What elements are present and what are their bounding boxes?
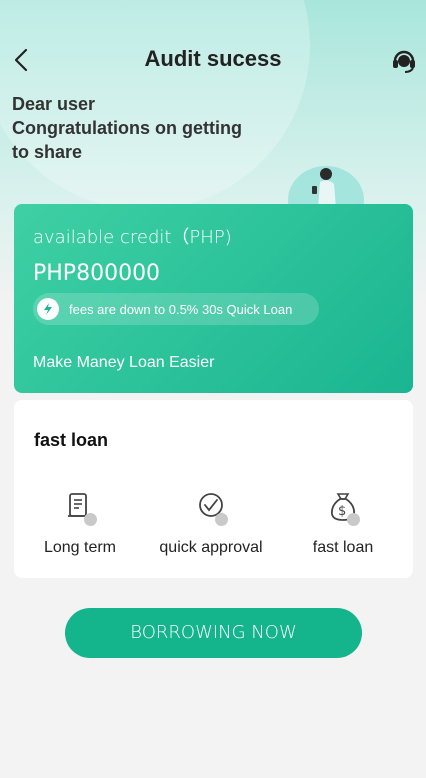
feature-label: quick approval: [159, 539, 263, 556]
features-title: fast loan: [34, 430, 109, 450]
credit-amount: PHP800000: [33, 261, 161, 286]
credit-label: available credit（PHP): [33, 227, 232, 248]
check-circle-icon: [194, 492, 228, 526]
fee-badge: fees are down to 0.5% 30s Quick Loan: [33, 293, 319, 325]
credit-card: available credit（PHP) PHP800000 fees are…: [14, 204, 413, 393]
greeting-line: Dear user: [12, 94, 96, 114]
feature-label: fast loan: [312, 539, 374, 556]
customer-service-button[interactable]: [390, 46, 418, 74]
fee-text: fees are down to 0.5% 30s Quick Loan: [69, 301, 293, 317]
header: Audit sucess: [0, 38, 426, 82]
card-slogan: Make Maney Loan Easier: [33, 354, 215, 371]
page-title: Audit sucess: [144, 46, 282, 71]
lightning-icon: [37, 298, 59, 320]
feature-fast-loan: $ fast loan: [273, 492, 413, 557]
features-card: fast loan Long term quick approval $ fas…: [14, 400, 413, 578]
document-icon: [63, 492, 97, 526]
greeting-line: Congratulations on getting: [12, 118, 242, 138]
borrow-now-button[interactable]: BORROWING NOW: [65, 608, 362, 658]
greeting: Dear user Congratulations on getting to …: [12, 92, 292, 164]
feature-quick-approval: quick approval: [141, 492, 281, 557]
greeting-line: to share: [12, 142, 83, 162]
feature-long-term: Long term: [10, 492, 150, 557]
feature-label: Long term: [43, 539, 117, 556]
headset-icon: [393, 50, 415, 73]
svg-text:$: $: [338, 504, 346, 519]
money-bag-icon: $: [326, 492, 360, 526]
